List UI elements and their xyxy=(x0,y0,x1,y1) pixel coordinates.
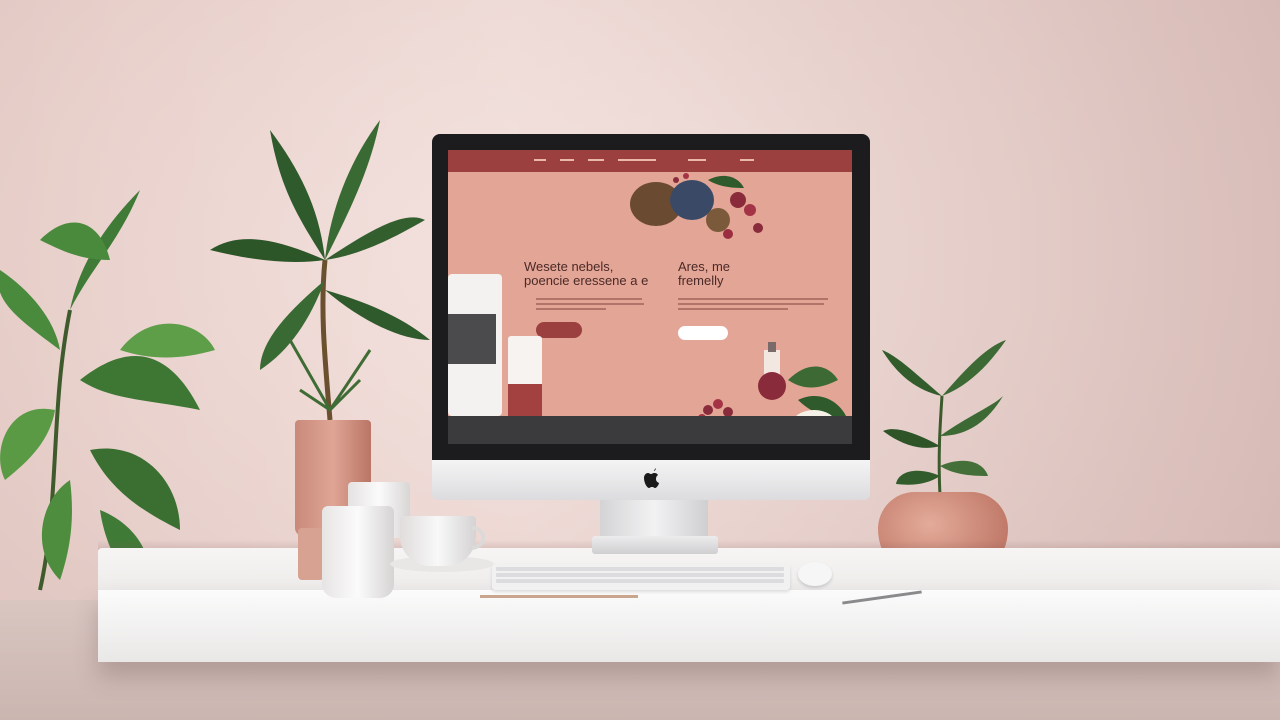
monitor-stand-base xyxy=(592,536,718,554)
nav-item[interactable] xyxy=(740,159,754,161)
hero-button-primary[interactable] xyxy=(536,322,582,338)
hero-fruit-image xyxy=(630,173,763,239)
nav-item[interactable] xyxy=(688,159,706,161)
nav-item[interactable] xyxy=(618,159,656,161)
keyboard-keys xyxy=(496,567,784,583)
site-navbar xyxy=(448,150,852,172)
site-footer-strip xyxy=(448,416,852,444)
nav-logo[interactable] xyxy=(534,159,546,161)
small-pink-container xyxy=(298,528,324,580)
nav-item[interactable] xyxy=(588,159,604,161)
product-tube-small xyxy=(508,336,542,416)
tea-cup xyxy=(400,516,476,566)
right-plant xyxy=(882,340,1006,497)
product-tube-large xyxy=(448,274,502,416)
hero-headline-left: Wesete nebels, poencie eressene a e xyxy=(524,259,649,288)
apple-icon xyxy=(644,468,659,488)
hero-button-secondary[interactable] xyxy=(678,326,728,340)
front-mug xyxy=(322,506,394,598)
cup-handle xyxy=(471,526,486,550)
pencil xyxy=(480,595,638,598)
middle-plant xyxy=(210,120,430,421)
monitor-screen: Wesete nebels, poencie eressene a e Ares… xyxy=(448,150,852,444)
shelf-front xyxy=(98,590,1280,662)
nav-item[interactable] xyxy=(560,159,574,161)
mouse xyxy=(798,562,832,586)
hero-headline-right: Ares, me fremelly xyxy=(678,259,731,288)
